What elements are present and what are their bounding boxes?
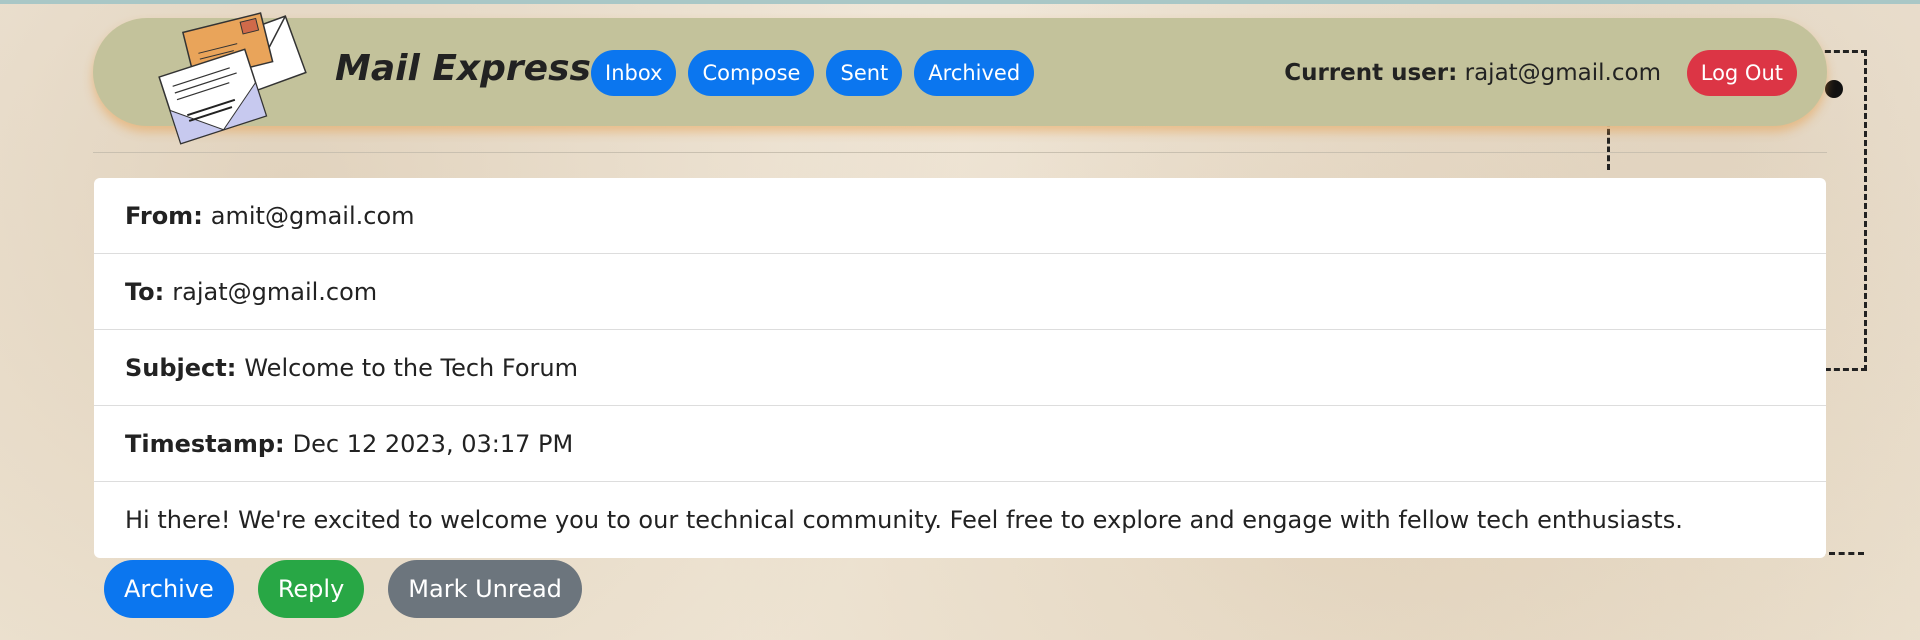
header-divider bbox=[93, 152, 1827, 153]
email-detail-card: From: amit@gmail.com To: rajat@gmail.com… bbox=[94, 178, 1826, 558]
envelopes-logo-icon bbox=[138, 8, 308, 148]
email-subject-row: Subject: Welcome to the Tech Forum bbox=[94, 330, 1826, 406]
nav-archived-button[interactable]: Archived bbox=[914, 50, 1035, 96]
from-value: amit@gmail.com bbox=[210, 201, 415, 230]
archive-button[interactable]: Archive bbox=[104, 560, 234, 618]
email-timestamp-row: Timestamp: Dec 12 2023, 03:17 PM bbox=[94, 406, 1826, 482]
email-to-row: To: rajat@gmail.com bbox=[94, 254, 1826, 330]
email-from-row: From: amit@gmail.com bbox=[94, 178, 1826, 254]
logout-button[interactable]: Log Out bbox=[1686, 50, 1797, 96]
nav-sent-button[interactable]: Sent bbox=[826, 50, 903, 96]
nav-inbox-button[interactable]: Inbox bbox=[591, 50, 677, 96]
nav-buttons: Inbox Compose Sent Archived bbox=[591, 50, 1035, 96]
navbar: Mail Express Inbox Compose Sent Archived… bbox=[93, 12, 1827, 145]
top-border bbox=[0, 0, 1920, 4]
mark-unread-button[interactable]: Mark Unread bbox=[388, 560, 582, 618]
to-value: rajat@gmail.com bbox=[172, 277, 378, 306]
current-user-value: rajat@gmail.com bbox=[1464, 60, 1661, 86]
timestamp-value: Dec 12 2023, 03:17 PM bbox=[292, 429, 574, 458]
from-label: From: bbox=[125, 201, 203, 230]
nav-compose-button[interactable]: Compose bbox=[688, 50, 815, 96]
email-body: Hi there! We're excited to welcome you t… bbox=[125, 505, 1683, 534]
timestamp-label: Timestamp: bbox=[125, 429, 285, 458]
reply-button[interactable]: Reply bbox=[257, 560, 365, 618]
email-actions: Archive Reply Mark Unread bbox=[104, 560, 582, 618]
decorative-ink-dot bbox=[1825, 80, 1843, 98]
to-label: To: bbox=[125, 277, 165, 306]
current-user-label: Current user: bbox=[1284, 60, 1458, 86]
current-user: Current user: rajat@gmail.com bbox=[1284, 60, 1661, 86]
subject-value: Welcome to the Tech Forum bbox=[244, 353, 578, 382]
brand-title: Mail Express bbox=[335, 48, 591, 89]
subject-label: Subject: bbox=[125, 353, 237, 382]
email-body-row: Hi there! We're excited to welcome you t… bbox=[94, 482, 1826, 557]
